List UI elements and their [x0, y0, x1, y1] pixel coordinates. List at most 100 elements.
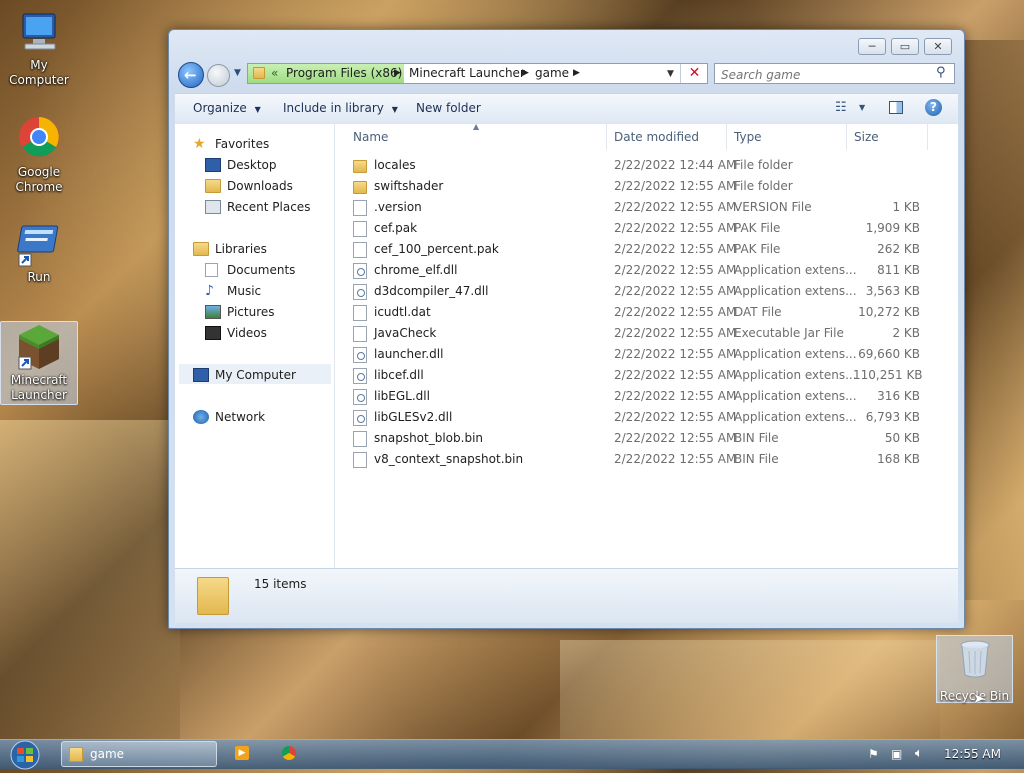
action-center-flag-icon[interactable]: ⚑ — [868, 747, 879, 761]
desktop-icon — [205, 158, 221, 172]
file-icon — [353, 305, 367, 321]
network-icon — [193, 410, 209, 424]
media-player-icon[interactable]: ▶ — [235, 746, 249, 760]
chrome-taskbar-icon[interactable] — [282, 746, 296, 760]
start-button[interactable] — [5, 740, 47, 770]
maximize-button[interactable]: ▭ — [891, 38, 919, 55]
preview-pane-icon[interactable] — [889, 101, 903, 114]
column-divider[interactable] — [927, 124, 928, 150]
view-options-chevron-icon[interactable]: ▼ — [859, 103, 865, 112]
desktop-icon-label: Google Chrome — [15, 165, 63, 194]
chevron-right-icon[interactable]: ▶ — [522, 68, 529, 78]
file-row[interactable]: icudtl.dat 2/22/2022 12:55 AM DAT File 10,2… — [353, 302, 943, 323]
desktop-icon-run[interactable]: Run — [1, 220, 77, 285]
desktop-icon-minecraft-launcher[interactable]: Minecraft Launcher — [0, 321, 78, 405]
system-clock[interactable]: 12:55 AM — [944, 747, 1001, 761]
folder-icon — [69, 747, 83, 762]
nav-documents-label: Documents — [227, 263, 296, 277]
file-row[interactable]: libEGL.dll 2/22/2022 12:55 AM Application … — [353, 386, 943, 407]
file-row[interactable]: snapshot_blob.bin 2/22/2022 12:55 AM BIN F… — [353, 428, 943, 449]
desktop-icon-my-computer[interactable]: My Computer — [1, 8, 77, 88]
column-header-type[interactable]: Type — [734, 130, 762, 144]
file-row[interactable]: launcher.dll 2/22/2022 12:55 AM Applicatio… — [353, 344, 943, 365]
file-row[interactable]: JavaCheck 2/22/2022 12:55 AM Executable Ja… — [353, 323, 943, 344]
content-area: ★ Favorites Desktop Downloads Recent Pla… — [175, 122, 958, 568]
file-row[interactable]: cef.pak 2/22/2022 12:55 AM PAK File 1,909 K… — [353, 218, 943, 239]
help-icon[interactable]: ? — [925, 99, 942, 116]
file-size: 811 KB — [877, 263, 920, 277]
file-date: 2/22/2022 12:55 AM — [614, 326, 737, 340]
nav-recent-places-label: Recent Places — [227, 200, 311, 214]
search-input[interactable] — [719, 65, 933, 84]
file-name: cef.pak — [374, 221, 418, 235]
file-size: 10,272 KB — [858, 305, 920, 319]
file-row[interactable]: locales 2/22/2022 12:44 AM File folder — [353, 155, 943, 176]
computer-icon — [15, 8, 63, 56]
file-date: 2/22/2022 12:55 AM — [614, 221, 737, 235]
desktop-icon-recycle-bin[interactable]: Recycle Bin ➤ — [936, 635, 1013, 707]
file-date: 2/22/2022 12:44 AM — [614, 158, 737, 172]
mouse-cursor-icon: ➤ — [973, 691, 985, 707]
close-button[interactable]: ✕ — [924, 38, 952, 55]
file-type: Application extens... — [734, 263, 857, 277]
network-status-icon[interactable]: ▣ — [891, 747, 902, 761]
file-row[interactable]: chrome_elf.dll 2/22/2022 12:55 AM Applicat… — [353, 260, 943, 281]
file-row[interactable]: cef_100_percent.pak 2/22/2022 12:55 AM PAK… — [353, 239, 943, 260]
address-bar[interactable]: « Program Files (x86) ▶ Minecraft Launch… — [247, 63, 708, 84]
address-overflow[interactable]: « — [271, 66, 278, 80]
libraries-icon — [193, 242, 209, 256]
file-name: libEGL.dll — [374, 389, 430, 403]
explorer-window[interactable]: ─ ▭ ✕ ← ▼ « Program Files (x86) ▶ Minecr… — [168, 29, 965, 629]
file-row[interactable]: swiftshader 2/22/2022 12:55 AM File folder — [353, 176, 943, 197]
forward-button[interactable] — [207, 64, 230, 87]
chevron-right-icon[interactable]: ▶ — [573, 68, 580, 78]
address-history-dropdown[interactable]: ▼ — [667, 69, 674, 79]
new-folder-button[interactable]: New folder — [416, 101, 481, 115]
organize-label: Organize — [193, 101, 247, 115]
column-header-name[interactable]: Name — [353, 130, 388, 144]
breadcrumb-minecraft-launcher[interactable]: Minecraft Launcher — [409, 66, 525, 80]
breadcrumb-program-files[interactable]: Program Files (x86) — [286, 66, 402, 80]
pictures-icon — [205, 305, 221, 319]
file-row[interactable]: libGLESv2.dll 2/22/2022 12:55 AM Applicati… — [353, 407, 943, 428]
file-type: Executable Jar File — [734, 326, 844, 340]
taskbar-button-game[interactable]: game — [61, 741, 217, 767]
file-type: Application extens... — [734, 368, 857, 382]
desktop-icon-label: Run — [27, 270, 51, 284]
back-button[interactable]: ← — [178, 62, 204, 88]
file-icon — [353, 326, 367, 342]
dll-file-icon — [353, 410, 367, 426]
column-divider[interactable] — [846, 124, 847, 150]
file-row[interactable]: d3dcompiler_47.dll 2/22/2022 12:55 AM Appl… — [353, 281, 943, 302]
search-box[interactable]: ⚲ — [714, 63, 955, 84]
breadcrumb-game[interactable]: game — [535, 66, 569, 80]
file-icon — [353, 452, 367, 468]
taskbar: game ▶ ⚑ ▣ 🔈︎ 12:55 AM — [0, 739, 1024, 770]
column-header-date[interactable]: Date modified — [614, 130, 699, 144]
command-bar: Organize ▼ Include in library ▼ New fold… — [175, 93, 958, 125]
stop-icon[interactable]: ✕ — [680, 64, 708, 83]
file-type: File folder — [734, 179, 793, 193]
column-divider[interactable] — [606, 124, 607, 150]
nav-videos-label: Videos — [227, 326, 267, 340]
file-date: 2/22/2022 12:55 AM — [614, 200, 737, 214]
volume-icon[interactable]: 🔈︎ — [915, 746, 923, 761]
file-type: PAK File — [734, 221, 781, 235]
column-divider[interactable] — [726, 124, 727, 150]
file-row[interactable]: .version 2/22/2022 12:55 AM VERSION File 1 … — [353, 197, 943, 218]
file-icon — [353, 200, 367, 216]
search-icon[interactable]: ⚲ — [936, 65, 946, 80]
recent-pages-chevron-icon[interactable]: ▼ — [234, 68, 241, 78]
column-header-size[interactable]: Size — [854, 130, 879, 144]
file-row[interactable]: libcef.dll 2/22/2022 12:55 AM Application … — [353, 365, 943, 386]
file-row[interactable]: v8_context_snapshot.bin 2/22/2022 12:55 A… — [353, 449, 943, 470]
chevron-right-icon[interactable]: ▶ — [394, 68, 401, 78]
change-view-icon[interactable]: ☷ — [835, 100, 847, 115]
organize-button[interactable]: Organize ▼ — [193, 101, 261, 115]
file-type: Application extens... — [734, 410, 857, 424]
desktop-icon-google-chrome[interactable]: Google Chrome — [1, 115, 77, 195]
file-date: 2/22/2022 12:55 AM — [614, 305, 737, 319]
file-size: 3,563 KB — [865, 284, 920, 298]
minimize-button[interactable]: ─ — [858, 38, 886, 55]
include-in-library-button[interactable]: Include in library ▼ — [283, 101, 398, 115]
